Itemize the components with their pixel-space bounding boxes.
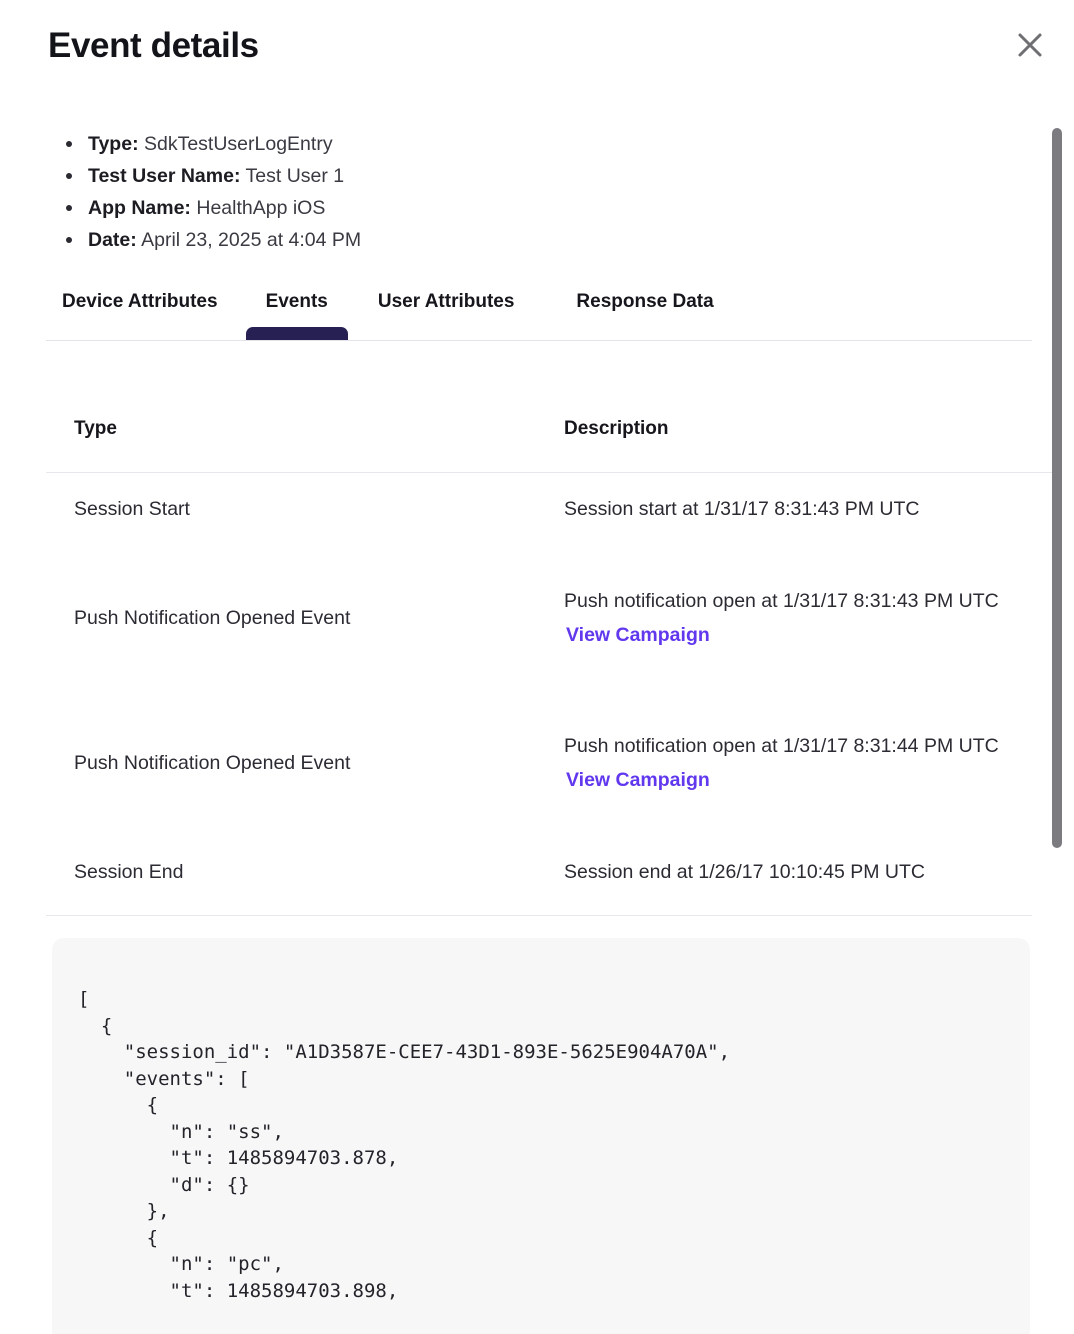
table-row: Session End Session end at 1/26/17 10:10… — [46, 836, 1060, 909]
meta-label-date: Date: — [88, 229, 137, 251]
raw-json-content: [ { "session_id": "A1D3587E-CEE7-43D1-89… — [78, 988, 731, 1302]
cell-event-description: Push notification open at 1/31/17 8:31:4… — [564, 546, 1060, 691]
meta-item-app-name: App Name: HealthApp iOS — [66, 192, 948, 224]
tab-bar: Device Attributes Events User Attributes… — [46, 288, 1032, 341]
events-table-body: Session Start Session start at 1/31/17 8… — [46, 473, 1060, 909]
meta-item-type: Type: SdkTestUserLogEntry — [66, 128, 948, 160]
view-campaign-link[interactable]: View Campaign — [566, 765, 710, 795]
meta-value-test-user-name: Test User 1 — [245, 165, 345, 187]
modal-header: Event details — [0, 0, 1074, 100]
raw-json-panel: [ { "session_id": "A1D3587E-CEE7-43D1-89… — [52, 938, 1030, 1334]
description-text: Push notification open at 1/31/17 8:31:4… — [564, 590, 999, 612]
view-campaign-link[interactable]: View Campaign — [566, 620, 710, 650]
meta-label-type: Type: — [88, 133, 139, 155]
tab-user-attributes[interactable]: User Attributes — [378, 288, 515, 316]
meta-label-app-name: App Name: — [88, 197, 191, 219]
events-table: Type Description Session Start Session s… — [46, 400, 1060, 909]
table-bottom-divider — [46, 915, 1032, 916]
table-row: Session Start Session start at 1/31/17 8… — [46, 473, 1060, 546]
event-details-modal: Event details Type: SdkTestUserLogEntry … — [0, 0, 1074, 1334]
cell-event-type: Session Start — [74, 497, 190, 520]
cell-event-type: Push Notification Opened Event — [74, 751, 351, 774]
cell-event-description: Push notification open at 1/31/17 8:31:4… — [564, 691, 1060, 836]
meta-value-date: April 23, 2025 at 4:04 PM — [141, 229, 362, 251]
events-table-head: Type Description — [46, 400, 1060, 473]
cell-event-description: Session start at 1/31/17 8:31:43 PM UTC — [564, 473, 1060, 546]
meta-item-test-user-name: Test User Name: Test User 1 — [66, 160, 948, 192]
tab-events[interactable]: Events — [266, 288, 328, 316]
meta-label-test-user-name: Test User Name: — [88, 165, 241, 187]
column-header-type: Type — [46, 400, 564, 473]
cell-event-type: Push Notification Opened Event — [74, 606, 351, 629]
description-text: Session start at 1/31/17 8:31:43 PM UTC — [564, 498, 920, 521]
meta-value-app-name: HealthApp iOS — [196, 197, 326, 219]
page-title: Event details — [48, 26, 259, 65]
event-meta-list: Type: SdkTestUserLogEntry Test User Name… — [48, 128, 948, 256]
cell-event-description: Session end at 1/26/17 10:10:45 PM UTC — [564, 836, 1060, 909]
meta-value-type: SdkTestUserLogEntry — [143, 133, 333, 155]
scrollbar-thumb[interactable] — [1052, 128, 1062, 848]
cell-event-type: Session End — [74, 860, 184, 883]
column-header-description: Description — [564, 400, 1060, 473]
table-row: Push Notification Opened Event Push noti… — [46, 691, 1060, 836]
tab-response-data[interactable]: Response Data — [576, 288, 713, 316]
description-text: Session end at 1/26/17 10:10:45 PM UTC — [564, 861, 925, 883]
table-row: Push Notification Opened Event Push noti… — [46, 546, 1060, 691]
tab-device-attributes[interactable]: Device Attributes — [62, 288, 218, 316]
table-header-row: Type Description — [46, 400, 1060, 473]
scrollbar-track[interactable] — [1052, 120, 1062, 860]
close-icon — [1017, 32, 1043, 58]
meta-item-date: Date: April 23, 2025 at 4:04 PM — [66, 224, 948, 256]
close-button[interactable] — [1008, 23, 1052, 67]
description-text: Push notification open at 1/31/17 8:31:4… — [564, 735, 999, 757]
